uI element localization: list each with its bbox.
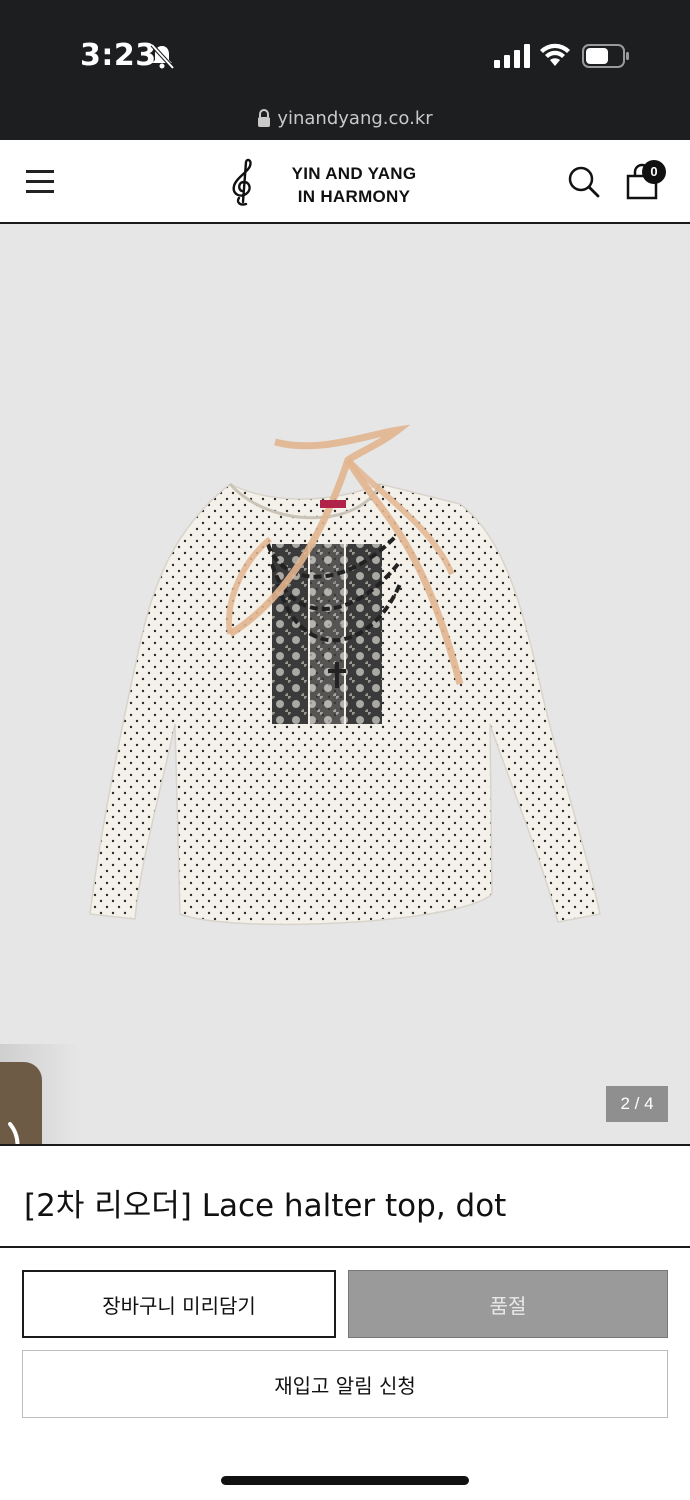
product-title-section: [2차 리오더] Lace halter top, dot (0, 1144, 690, 1248)
cart-count-badge: 0 (642, 160, 666, 184)
lock-icon (258, 109, 271, 127)
menu-button[interactable] (24, 166, 58, 196)
site-logo[interactable]: YIN AND YANG IN HARMONY (270, 162, 438, 208)
restock-alert-button[interactable]: 재입고 알림 신청 (22, 1350, 668, 1418)
wifi-icon (540, 43, 570, 66)
url-text: yinandyang.co.kr (277, 108, 433, 129)
search-icon (568, 166, 600, 198)
add-to-cart-button[interactable]: 장바구니 미리담기 (22, 1270, 336, 1338)
product-image-gallery[interactable]: 2 / 4 (0, 224, 690, 1144)
status-time: 3:23 (80, 38, 157, 73)
sold-out-button[interactable]: 품절 (348, 1270, 668, 1338)
status-bar: 3:23 yinandyang.co.kr (0, 0, 690, 140)
search-button[interactable] (566, 164, 602, 200)
logo-line-1: YIN AND YANG (291, 164, 417, 183)
cart-button[interactable]: 0 (622, 158, 674, 202)
product-title: [2차 리오더] Lace halter top, dot (24, 1188, 507, 1224)
logo-line-2: IN HARMONY (297, 187, 411, 206)
cellular-signal-icon (494, 44, 530, 68)
site-header: YIN AND YANG IN HARMONY 0 (0, 140, 690, 224)
battery-icon (582, 44, 629, 68)
home-indicator[interactable] (221, 1476, 469, 1485)
bell-muted-icon (150, 43, 175, 70)
treble-clef-logo-icon[interactable] (226, 158, 260, 208)
url-bar[interactable]: yinandyang.co.kr (0, 108, 690, 129)
image-counter: 2 / 4 (606, 1086, 668, 1122)
product-image[interactable] (80, 424, 610, 944)
menu-icon (26, 170, 54, 173)
